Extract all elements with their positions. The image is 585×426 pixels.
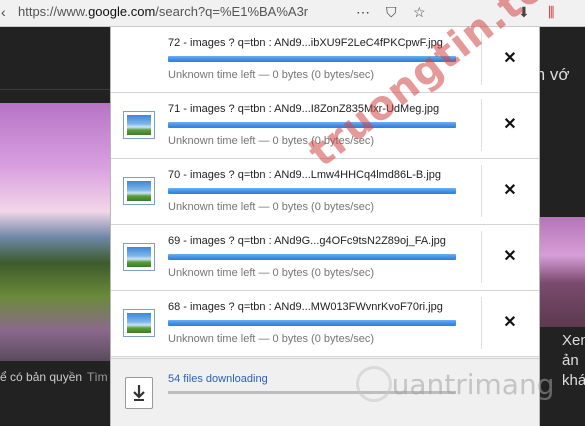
divider xyxy=(481,231,482,283)
footer-progress-bar xyxy=(168,391,456,394)
download-filename: 70 - images ? q=tbn : ANd9...Lmw4HHCq4lm… xyxy=(168,169,442,181)
download-progress-bar xyxy=(168,320,456,326)
divider xyxy=(481,297,482,349)
download-progress-bar xyxy=(168,122,456,128)
bg-text-an: ản xyxy=(562,352,579,369)
cancel-download-icon[interactable]: ✕ xyxy=(499,114,521,136)
url-text[interactable]: https://www.google.com/search?q=%E1%BA%A… xyxy=(18,4,308,19)
download-progress-bar xyxy=(168,56,456,62)
download-progress-bar xyxy=(168,254,456,260)
bg-copyright-text: ể có bản quyền xyxy=(0,370,83,384)
url-domain: google.com xyxy=(88,4,156,19)
divider xyxy=(481,165,482,217)
pocket-icon[interactable]: ⛉ xyxy=(386,3,397,21)
image-file-icon xyxy=(123,243,155,271)
download-arrow-icon[interactable] xyxy=(125,377,153,409)
image-file-icon xyxy=(123,309,155,337)
downloads-panel: 72 - images ? q=tbn : ANd9...ibXU9F2LeC4… xyxy=(110,27,540,426)
divider xyxy=(481,33,482,85)
url-prefix: https://www. xyxy=(18,4,89,19)
downloads-arrow-icon[interactable]: ⬇ xyxy=(518,3,530,21)
download-filename: 68 - images ? q=tbn : ANd9...MW013FWvnrK… xyxy=(168,301,443,313)
download-item[interactable]: 71 - images ? q=tbn : ANd9...I8ZonZ835Mx… xyxy=(111,93,539,159)
bg-text-kha: khá xyxy=(562,372,585,389)
downloads-footer[interactable]: 54 files downloading xyxy=(111,358,539,426)
cancel-download-icon[interactable]: ✕ xyxy=(499,180,521,202)
download-item[interactable]: 72 - images ? q=tbn : ANd9...ibXU9F2LeC4… xyxy=(111,27,539,93)
download-status: Unknown time left — 0 bytes (0 bytes/sec… xyxy=(168,267,375,279)
files-downloading-link[interactable]: 54 files downloading xyxy=(168,373,268,385)
download-status: Unknown time left — 0 bytes (0 bytes/sec… xyxy=(168,333,375,345)
bookmark-star-icon[interactable]: ☆ xyxy=(413,3,426,21)
download-status: Unknown time left — 0 bytes (0 bytes/sec… xyxy=(168,201,375,213)
download-item[interactable]: 70 - images ? q=tbn : ANd9...Lmw4HHCq4lm… xyxy=(111,159,539,225)
image-file-icon xyxy=(123,111,155,139)
library-icon[interactable]: ⫼ xyxy=(548,3,554,21)
bg-text-xem: Xen xyxy=(562,332,585,349)
download-progress-bar xyxy=(168,188,456,194)
back-icon[interactable]: ‹ xyxy=(1,3,6,21)
download-item[interactable]: 69 - images ? q=tbn : ANd9G...g4OFc9tsN2… xyxy=(111,225,539,291)
download-filename: 71 - images ? q=tbn : ANd9...I8ZonZ835Mx… xyxy=(168,103,440,115)
thumbnail-image-lake[interactable] xyxy=(0,103,110,361)
url-path: /search?q=%E1%BA%A3r xyxy=(155,4,309,19)
divider xyxy=(481,99,482,151)
menu-icon[interactable]: ⋯ xyxy=(356,3,370,21)
divider xyxy=(0,89,110,90)
bg-tim-text: Tìm xyxy=(87,370,108,384)
cancel-download-icon[interactable]: ✕ xyxy=(499,48,521,70)
download-item[interactable]: 68 - images ? q=tbn : ANd9...MW013FWvnrK… xyxy=(111,291,539,357)
thumbnail-image-right[interactable] xyxy=(538,217,585,327)
download-filename: 72 - images ? q=tbn : ANd9...ibXU9F2LeC4… xyxy=(168,37,443,49)
cancel-download-icon[interactable]: ✕ xyxy=(499,246,521,268)
download-status: Unknown time left — 0 bytes (0 bytes/sec… xyxy=(168,69,375,81)
url-bar[interactable]: https://www.google.com/search?q=%E1%BA%A… xyxy=(0,0,585,27)
image-file-icon xyxy=(123,177,155,205)
download-filename: 69 - images ? q=tbn : ANd9G...g4OFc9tsN2… xyxy=(168,235,446,247)
download-status: Unknown time left — 0 bytes (0 bytes/sec… xyxy=(168,135,375,147)
cancel-download-icon[interactable]: ✕ xyxy=(499,312,521,334)
